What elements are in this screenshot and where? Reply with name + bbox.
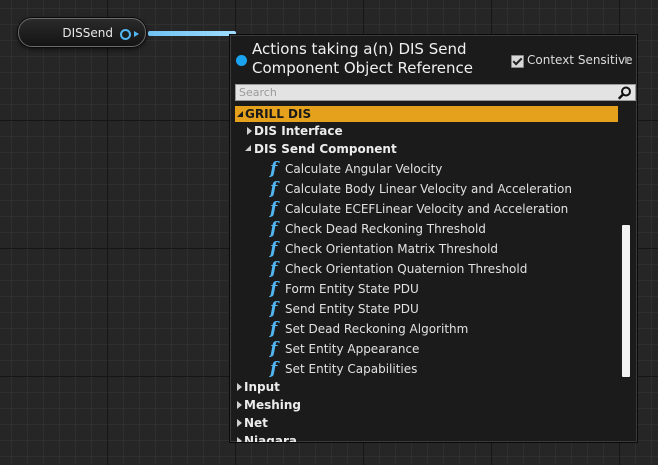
function-icon: f — [270, 299, 278, 319]
function-icon: f — [270, 219, 278, 239]
menu-title: Actions taking a(n) DIS Send Component O… — [252, 40, 492, 78]
function-icon: f — [270, 199, 278, 219]
collapsed-arrow-icon — [237, 419, 242, 427]
node-title: DISSend — [62, 26, 113, 40]
expand-arrow-icon[interactable] — [625, 56, 630, 64]
function-label: Set Entity Appearance — [285, 342, 420, 356]
function-label: Check Dead Reckoning Threshold — [285, 222, 486, 236]
menu-title-line-2: Component Object Reference — [252, 59, 474, 77]
context-sensitive-checkbox[interactable] — [511, 55, 524, 68]
function-label: Form Entity State PDU — [285, 282, 419, 296]
pin-arrow-icon — [134, 31, 139, 37]
category-grill-dis[interactable]: GRILL DIS — [235, 106, 618, 122]
scrollbar-thumb[interactable] — [622, 225, 630, 377]
search-box[interactable] — [235, 84, 636, 101]
function-icon: f — [270, 159, 278, 179]
function-label: Set Entity Capabilities — [285, 362, 418, 376]
subcategory-label: DIS Send Component — [254, 142, 397, 156]
output-pin-icon[interactable] — [120, 29, 131, 40]
function-icon: f — [270, 179, 278, 199]
search-input[interactable] — [236, 85, 609, 100]
collapsed-arrow-icon — [237, 401, 242, 409]
function-label: Set Dead Reckoning Algorithm — [285, 322, 469, 336]
category-label: Input — [244, 380, 280, 394]
context-sensitive-label[interactable]: Context Sensitive — [527, 53, 633, 67]
connection-wire — [148, 31, 236, 36]
function-icon: f — [270, 239, 278, 259]
function-icon: f — [270, 279, 278, 299]
function-label: Check Orientation Quaternion Threshold — [285, 262, 528, 276]
category-label: Meshing — [244, 398, 302, 412]
function-icon: f — [270, 319, 278, 339]
expanded-arrow-icon — [237, 111, 243, 117]
function-icon: f — [270, 339, 278, 359]
subcategory-label: DIS Interface — [254, 124, 343, 138]
collapsed-arrow-icon — [237, 383, 242, 391]
menu-title-line-1: Actions taking a(n) DIS Send — [252, 40, 467, 58]
dissend-node[interactable]: DISSend — [18, 18, 146, 47]
function-label: Send Entity State PDU — [285, 302, 419, 316]
expanded-arrow-icon — [245, 145, 251, 151]
action-menu: Actions taking a(n) DIS Send Component O… — [229, 34, 638, 443]
function-label: Calculate ECEFLinear Velocity and Accele… — [285, 202, 569, 216]
function-icon: f — [270, 259, 278, 279]
function-icon: f — [270, 359, 278, 379]
collapsed-arrow-icon — [247, 127, 252, 135]
category-label: Niagara — [244, 434, 297, 443]
category-label: Net — [244, 416, 268, 430]
function-label: Calculate Angular Velocity — [285, 162, 443, 176]
collapsed-arrow-icon — [237, 437, 242, 442]
search-icon[interactable] — [618, 86, 632, 100]
function-label: Calculate Body Linear Velocity and Accel… — [285, 182, 572, 196]
category-label: GRILL DIS — [245, 107, 312, 121]
function-label: Check Orientation Matrix Threshold — [285, 242, 499, 256]
object-reference-icon — [236, 55, 247, 66]
